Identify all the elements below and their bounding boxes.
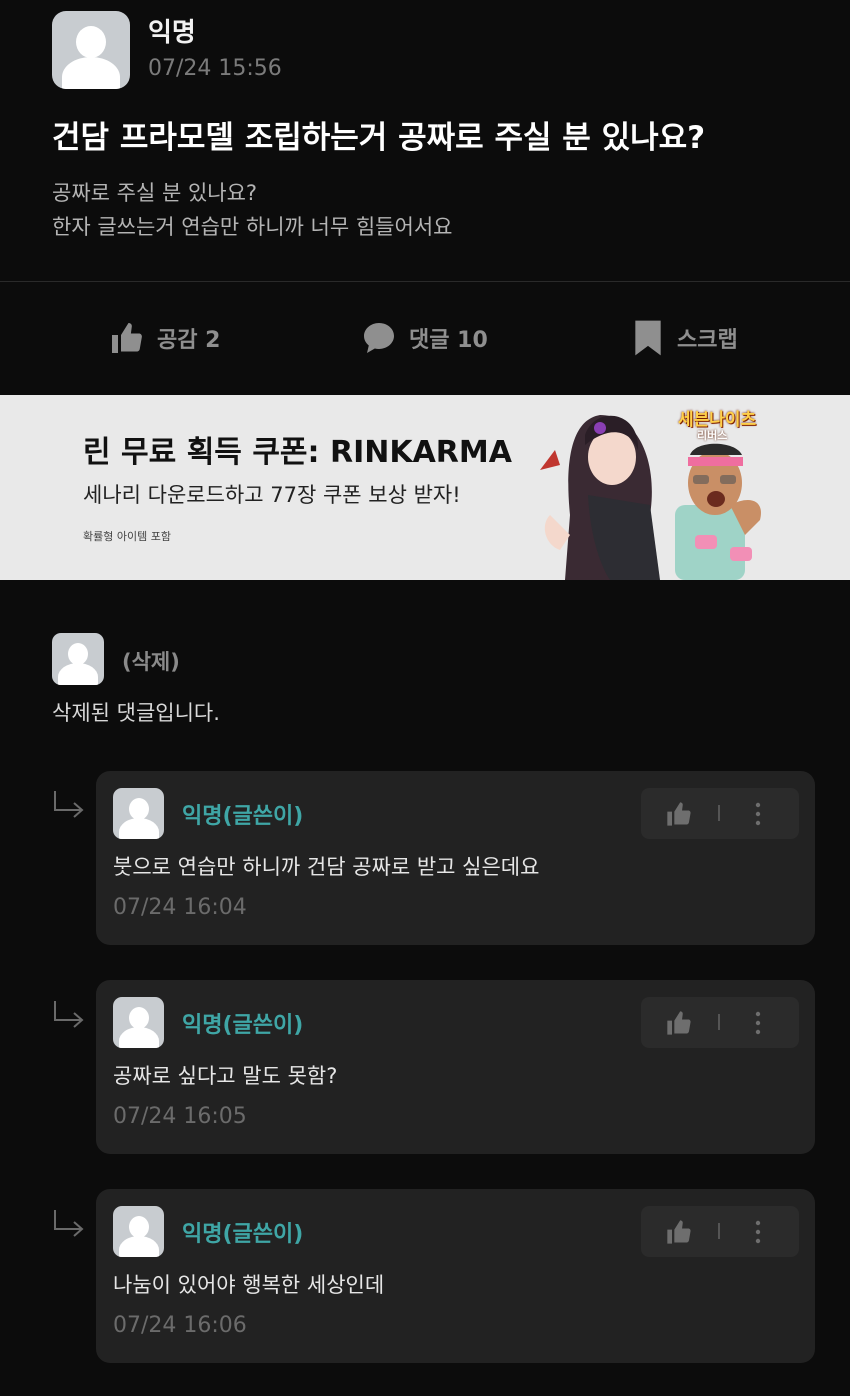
scrap-button[interactable]: 스크랩 [631,318,738,358]
post-body: 공짜로 주실 분 있나요? 한자 글쓰는거 연습만 하니까 너무 힘들어서요 [52,176,452,244]
reply-card: 익명(글쓴이) 공짜로 싶다고 말도 못함? 07/24 16:05 [96,980,815,1154]
reply-date: 07/24 16:04 [113,895,247,920]
ad-logo-sub: 리버스 [697,429,728,442]
reply-arrow-icon [54,791,84,818]
reply-date: 07/24 16:05 [113,1104,247,1129]
thumbs-up-icon [112,323,142,353]
post-author: 익명 [148,18,196,48]
divider [0,281,850,282]
reply-text: 나눔이 있어야 행복한 세상인데 [113,1273,385,1297]
separator [718,1014,720,1030]
ad-subtitle: 세나리 다운로드하고 77장 쿠폰 보상 받자! [83,483,461,507]
scrap-label: 스크랩 [677,328,738,353]
post-body-line: 공짜로 주실 분 있나요? [52,181,258,205]
reply-text: 공짜로 싶다고 말도 못함? [113,1064,338,1088]
reply-action-box [641,1206,799,1257]
reply-author: 익명(글쓴이) [182,804,304,829]
reply-avatar-icon[interactable] [113,1206,164,1257]
ad-banner[interactable]: 린 무료 획득 쿠폰: RINKARMA 세나리 다운로드하고 77장 쿠폰 보… [0,395,850,580]
comment-button[interactable]: 댓글 10 [361,318,488,358]
thumbs-up-icon[interactable] [665,1009,693,1037]
post-body-line: 한자 글쓰는거 연습만 하니까 너무 힘들어서요 [52,215,453,239]
thumbs-up-icon[interactable] [665,800,693,828]
reply-avatar-icon[interactable] [113,788,164,839]
post-title: 건담 프라모델 조립하는거 공짜로 주실 분 있나요? [52,120,706,156]
reply-author: 익명(글쓴이) [182,1222,304,1247]
ad-note: 확률형 아이템 포함 [83,530,171,543]
author-avatar-icon[interactable] [52,11,130,89]
thumbs-up-icon[interactable] [665,1218,693,1246]
reply-action-box [641,997,799,1048]
comment-text: 삭제된 댓글입니다. [52,701,220,725]
more-vertical-icon[interactable] [755,1220,761,1244]
separator [718,805,720,821]
reply-text: 붓으로 연습만 하니까 건담 공짜로 받고 싶은데요 [113,855,540,879]
reply-date: 07/24 16:06 [113,1313,247,1338]
like-count: 공감 2 [157,328,221,353]
reply-author: 익명(글쓴이) [182,1013,304,1038]
reply-card: 익명(글쓴이) 붓으로 연습만 하니까 건담 공짜로 받고 싶은데요 07/24… [96,771,815,945]
reply-arrow-icon [54,1210,84,1237]
comment-author: (삭제) [122,650,180,674]
reply-arrow-icon [54,1001,84,1028]
reply-card: 익명(글쓴이) 나눔이 있어야 행복한 세상인데 07/24 16:06 [96,1189,815,1363]
comment-count: 댓글 10 [409,328,488,353]
reply-avatar-icon[interactable] [113,997,164,1048]
commenter-avatar-icon[interactable] [52,633,104,685]
more-vertical-icon[interactable] [755,802,761,826]
reply-action-box [641,788,799,839]
more-vertical-icon[interactable] [755,1011,761,1035]
bookmark-icon [635,320,661,356]
separator [718,1223,720,1239]
post-date: 07/24 15:56 [148,56,282,81]
speech-bubble-icon [364,323,394,353]
like-button[interactable]: 공감 2 [109,318,220,358]
ad-title: 린 무료 획득 쿠폰: RINKARMA [83,435,512,470]
